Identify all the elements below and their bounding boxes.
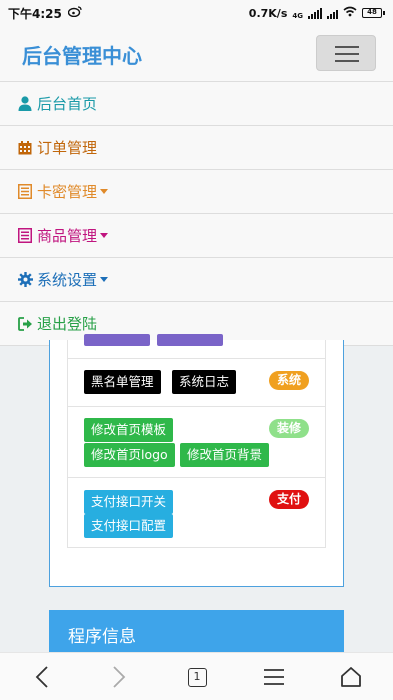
navbar: 后台管理中心 — [0, 26, 393, 82]
calendar-icon — [16, 140, 34, 155]
hidden-purple-button[interactable] — [157, 334, 223, 346]
edit-logo-button[interactable]: 修改首页logo — [84, 443, 175, 467]
network-type: 4G — [292, 12, 303, 20]
nav-label-home: 后台首页 — [37, 95, 98, 113]
program-info-panel: 程序信息 — [49, 610, 344, 652]
program-info-title: 程序信息 — [68, 627, 136, 647]
list-icon — [16, 184, 34, 199]
nav-label-products: 商品管理 — [37, 227, 98, 245]
brand-title[interactable]: 后台管理中心 — [22, 40, 142, 69]
status-time: 下午4:25 — [8, 6, 62, 21]
nav-item-home[interactable]: 后台首页 — [0, 82, 393, 126]
wifi-icon — [343, 6, 357, 20]
forward-icon[interactable] — [103, 661, 135, 693]
signal-icon — [308, 7, 322, 19]
battery-icon: 48 — [362, 8, 385, 18]
payment-config-button[interactable]: 支付接口配置 — [84, 514, 174, 538]
list-icon — [16, 228, 34, 243]
nav-item-cards[interactable]: 卡密管理 — [0, 170, 393, 214]
edit-background-button[interactable]: 修改首页背景 — [180, 443, 270, 467]
group-decorate: 修改首页模板 修改首页logo 修改首页背景 装修 — [68, 406, 325, 477]
payment-toggle-button[interactable]: 支付接口开关 — [84, 490, 174, 514]
nav-item-settings[interactable]: 系统设置 — [0, 258, 393, 302]
status-badge: 系统 — [268, 371, 309, 390]
nav-item-orders[interactable]: 订单管理 — [0, 126, 393, 170]
tabs-button[interactable]: 1 — [181, 661, 213, 693]
back-icon[interactable] — [26, 661, 58, 693]
gear-icon — [16, 272, 34, 287]
caret-down-icon — [100, 189, 109, 194]
nav-label-settings: 系统设置 — [37, 271, 98, 289]
caret-down-icon — [100, 277, 109, 282]
edit-template-button[interactable]: 修改首页模板 — [84, 418, 174, 442]
tab-count: 1 — [193, 669, 201, 683]
hidden-purple-button[interactable] — [84, 334, 150, 346]
signal-2-icon — [327, 8, 338, 19]
menu-icon[interactable] — [258, 661, 290, 693]
browser-bottom-bar: 1 — [0, 652, 393, 700]
nav-item-products[interactable]: 商品管理 — [0, 214, 393, 258]
group-payment: 支付接口开关 支付接口配置 支付 — [68, 477, 325, 548]
nav-menu: 后台首页 订单管理 卡密管理 商品管理 系统设置 退出登陆 — [0, 82, 393, 346]
user-icon — [16, 96, 34, 111]
sign-out-icon — [16, 316, 34, 331]
battery-level: 48 — [362, 8, 382, 18]
function-list: 黑名单管理 系统日志 系统 修改首页模板 修改首页logo 修改首页背景 装修 … — [67, 334, 326, 548]
status-bar: 下午4:25 0.7K/s 4G 48 — [0, 0, 393, 26]
network-speed: 0.7K/s — [248, 6, 288, 20]
group-system: 黑名单管理 系统日志 系统 — [68, 358, 325, 406]
blacklist-button[interactable]: 黑名单管理 — [84, 370, 161, 394]
status-badge: 装修 — [268, 419, 309, 438]
function-panel: 黑名单管理 系统日志 系统 修改首页模板 修改首页logo 修改首页背景 装修 … — [49, 334, 344, 587]
home-icon[interactable] — [335, 661, 367, 693]
system-log-button[interactable]: 系统日志 — [172, 370, 237, 394]
weibo-icon — [67, 6, 82, 20]
nav-label-cards: 卡密管理 — [37, 183, 98, 201]
status-badge: 支付 — [268, 490, 309, 509]
nav-label-logout: 退出登陆 — [37, 315, 98, 333]
hamburger-icon — [335, 46, 359, 48]
nav-label-orders: 订单管理 — [37, 139, 98, 157]
menu-toggle-button[interactable] — [316, 35, 376, 71]
tabs-icon: 1 — [187, 667, 207, 687]
caret-down-icon — [100, 233, 109, 238]
